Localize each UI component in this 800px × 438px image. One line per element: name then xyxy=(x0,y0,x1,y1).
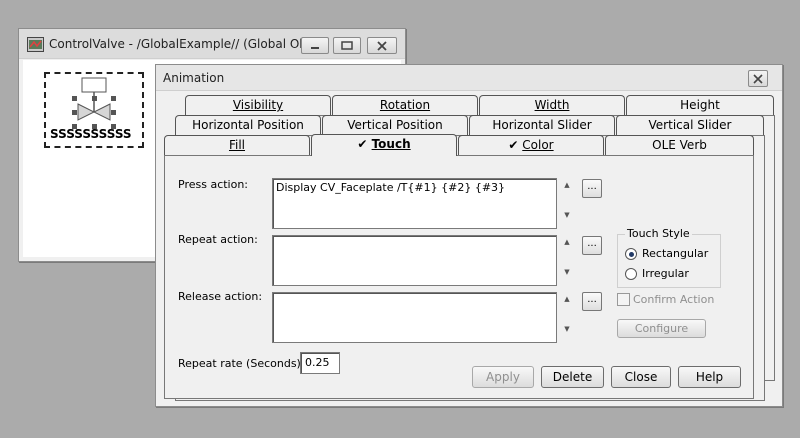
tab-horizontal-position[interactable]: Horizontal Position xyxy=(175,115,321,135)
tab-touch-label: Touch xyxy=(371,137,411,151)
tab-visibility[interactable]: Visibility xyxy=(185,95,331,115)
repeat-action-browse-button[interactable]: ... xyxy=(582,236,602,255)
minimize-button[interactable] xyxy=(301,37,329,54)
scroll-up-icon: ▲ xyxy=(564,295,570,303)
tab-vertical-position-label: Vertical Position xyxy=(347,118,443,132)
tab-color[interactable]: ✔ Color xyxy=(458,135,604,155)
minimize-icon xyxy=(311,46,319,49)
help-button[interactable]: Help xyxy=(678,366,741,388)
tab-height-label: Height xyxy=(680,98,720,112)
tab-vertical-slider[interactable]: Vertical Slider xyxy=(616,115,764,135)
rectangular-radio[interactable] xyxy=(625,248,637,260)
check-icon: ✔ xyxy=(508,138,523,152)
delete-button[interactable]: Delete xyxy=(541,366,604,388)
scroll-down-icon: ▼ xyxy=(564,268,570,276)
release-action-browse-button[interactable]: ... xyxy=(582,292,602,311)
configure-button[interactable]: Configure xyxy=(617,319,706,338)
tab-touch[interactable]: ✔ Touch xyxy=(311,134,457,156)
controlvalve-title: ControlValve - /GlobalExample// (Global … xyxy=(49,37,322,51)
release-action-label: Release action: xyxy=(178,290,263,303)
close-icon xyxy=(377,40,387,51)
tab-color-label: Color xyxy=(522,138,554,152)
release-action-field[interactable] xyxy=(272,292,557,343)
animation-dialog: Animation Visibility Rotation Width Heig… xyxy=(155,64,783,407)
app-icon xyxy=(27,37,44,52)
repeat-action-scroll[interactable]: ▲ ▼ xyxy=(561,238,573,284)
tab-fill[interactable]: Fill xyxy=(164,135,310,155)
control-valve-symbol[interactable]: SSSSSSSSSS xyxy=(44,72,144,148)
release-action-scroll[interactable]: ▲ ▼ xyxy=(561,295,573,341)
tab-rotation-label: Rotation xyxy=(379,98,431,112)
tab-rotation[interactable]: Rotation xyxy=(332,95,478,115)
tab-vertical-slider-label: Vertical Slider xyxy=(648,118,732,132)
tab-horizontal-slider-label: Horizontal Slider xyxy=(492,118,592,132)
close-icon xyxy=(753,73,763,84)
tab-ole-verb-label: OLE Verb xyxy=(652,138,707,152)
controlvalve-titlebar[interactable]: ControlValve - /GlobalExample// (Global … xyxy=(19,29,405,59)
press-action-scroll[interactable]: ▲ ▼ xyxy=(561,181,573,227)
scroll-down-icon: ▼ xyxy=(564,325,570,333)
tab-height[interactable]: Height xyxy=(626,95,774,115)
repeat-action-field[interactable] xyxy=(272,235,557,286)
press-action-browse-button[interactable]: ... xyxy=(582,179,602,198)
tab-vertical-position[interactable]: Vertical Position xyxy=(322,115,468,135)
confirm-action-checkbox[interactable] xyxy=(617,293,630,306)
irregular-label: Irregular xyxy=(642,267,689,280)
tab-visibility-label: Visibility xyxy=(232,98,284,112)
symbol-label: SSSSSSSSSS xyxy=(50,127,132,141)
check-icon: ✔ xyxy=(357,137,372,151)
tab-ole-verb[interactable]: OLE Verb xyxy=(605,135,754,155)
irregular-radio[interactable] xyxy=(625,268,637,280)
rectangular-label: Rectangular xyxy=(642,247,709,260)
press-action-label: Press action: xyxy=(178,178,249,191)
press-action-field[interactable]: Display CV_Faceplate /T{#1} {#2} {#3} xyxy=(272,178,557,229)
tab-fill-label: Fill xyxy=(228,138,246,152)
tab-horizontal-position-label: Horizontal Position xyxy=(192,118,304,132)
scroll-up-icon: ▲ xyxy=(564,238,570,246)
close-window-button[interactable] xyxy=(367,37,397,54)
repeat-rate-input[interactable]: 0.25 xyxy=(300,352,340,374)
tab-width[interactable]: Width xyxy=(479,95,625,115)
press-action-value: Display CV_Faceplate /T{#1} {#2} {#3} xyxy=(276,181,506,194)
maximize-button[interactable] xyxy=(333,37,361,54)
scroll-up-icon: ▲ xyxy=(564,181,570,189)
valve-icon xyxy=(72,77,116,129)
repeat-action-label: Repeat action: xyxy=(178,233,258,246)
maximize-icon xyxy=(341,41,353,50)
touch-style-title: Touch Style xyxy=(625,227,692,240)
tab-width-label: Width xyxy=(534,98,570,112)
apply-button[interactable]: Apply xyxy=(472,366,534,388)
confirm-action-label: Confirm Action xyxy=(633,293,715,306)
repeat-rate-label: Repeat rate (Seconds): xyxy=(178,357,305,370)
scroll-down-icon: ▼ xyxy=(564,211,570,219)
animation-titlebar[interactable]: Animation xyxy=(156,65,782,91)
close-button[interactable]: Close xyxy=(611,366,671,388)
repeat-rate-value: 0.25 xyxy=(305,356,330,369)
animation-title: Animation xyxy=(163,71,225,85)
dialog-close-button[interactable] xyxy=(748,70,768,87)
tab-horizontal-slider[interactable]: Horizontal Slider xyxy=(469,115,615,135)
